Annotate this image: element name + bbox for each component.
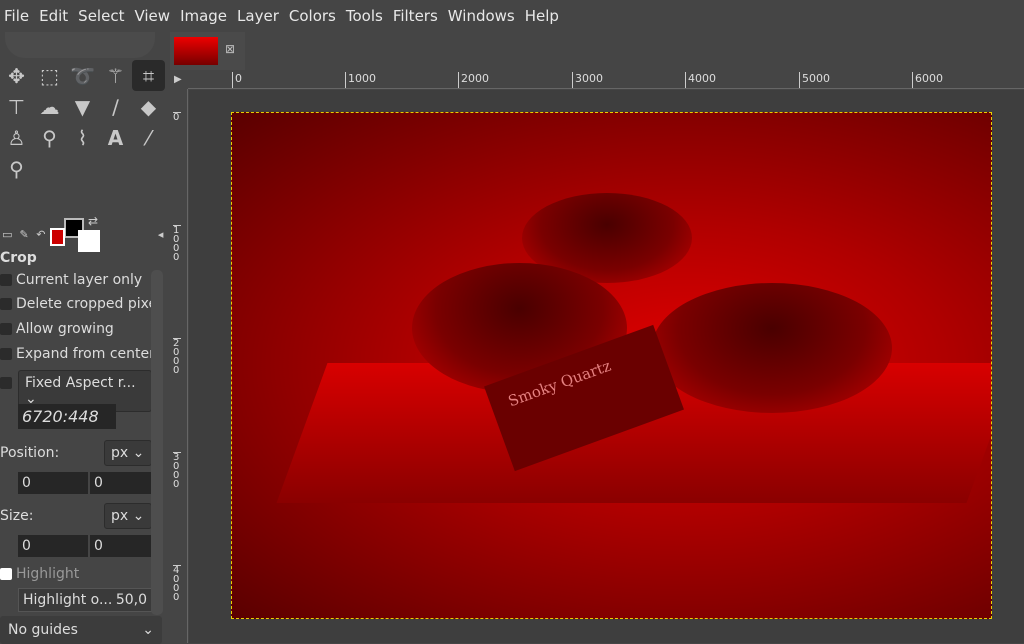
menu-windows[interactable]: Windows (444, 7, 521, 25)
position-x-input[interactable]: 0 (18, 472, 88, 494)
transform-tool-icon[interactable]: ⊤ (0, 91, 33, 122)
wilber-logo (5, 32, 155, 58)
image-thumbnail (174, 37, 218, 65)
delete-cropped-checkbox[interactable]: Delete cropped pixe (0, 296, 157, 312)
ruler-label: 1000 (345, 72, 376, 88)
ruler-label: 6000 (912, 72, 943, 88)
size-unit-dropdown[interactable]: px ⌄ (104, 503, 152, 529)
dock-menu-icon[interactable]: ◂ (153, 228, 168, 246)
tool-options-tab-icon[interactable]: ▭ (0, 228, 15, 246)
label: Current layer only (16, 272, 142, 288)
menu-image[interactable]: Image (176, 7, 233, 25)
menu-bar: File Edit Select View Image Layer Colors… (0, 0, 1024, 32)
label: Fixed Aspect r... (25, 375, 136, 391)
ruler-label: 5000 (799, 72, 830, 88)
label: Highlight o... (23, 592, 112, 608)
rect-select-tool-icon[interactable]: ⬚ (33, 60, 66, 91)
clone-tool-icon[interactable]: ♙ (0, 122, 33, 153)
menu-filters[interactable]: Filters (389, 7, 444, 25)
ruler-label: 0 (232, 72, 242, 88)
vertical-ruler: 0 1000 2000 3000 4000 (170, 89, 188, 643)
image-canvas[interactable]: Smoky Quartz (231, 112, 992, 619)
move-tool-icon[interactable]: ✥ (0, 60, 33, 91)
fixed-checkbox[interactable] (0, 377, 12, 389)
paintbrush-tool-icon[interactable]: ∕ (99, 91, 132, 122)
menu-view[interactable]: View (130, 7, 176, 25)
highlight-opacity-slider[interactable]: Highlight o...50,0 (18, 588, 152, 612)
paths-tool-icon[interactable]: ⌇ (66, 122, 99, 153)
crop-tool-icon[interactable]: ⌗ (132, 60, 165, 91)
menu-edit[interactable]: Edit (35, 7, 74, 25)
allow-growing-checkbox[interactable]: Allow growing (0, 321, 114, 337)
text-tool-icon[interactable]: A (99, 122, 132, 153)
guides-dropdown[interactable]: No guides⌄ (0, 616, 162, 644)
aspect-ratio-input[interactable]: 6720:448 (18, 404, 116, 429)
ruler-label: 4000 (685, 72, 716, 88)
smudge-tool-icon[interactable]: ⚲ (33, 122, 66, 153)
ruler-label: 2000 (458, 72, 489, 88)
position-unit-dropdown[interactable]: px ⌄ (104, 440, 152, 466)
label: Highlight (16, 566, 79, 582)
images-tab-icon[interactable] (50, 228, 65, 246)
bucket-fill-tool-icon[interactable]: ▼ (66, 91, 99, 122)
menu-select[interactable]: Select (74, 7, 130, 25)
size-label: Size: (0, 508, 33, 524)
panel-scrollbar[interactable] (151, 270, 163, 615)
zoom-tool-icon[interactable]: ⚲ (0, 153, 33, 184)
undo-history-tab-icon[interactable]: ↶ (33, 228, 48, 246)
size-w-input[interactable]: 0 (18, 535, 88, 557)
color-picker-tool-icon[interactable]: ⁄ (132, 122, 165, 153)
ruler-label: 3000 (572, 72, 603, 88)
current-layer-only-checkbox[interactable]: Current layer only (0, 272, 142, 288)
label: Allow growing (16, 321, 114, 337)
menu-help[interactable]: Help (521, 7, 565, 25)
lasso-tool-icon[interactable]: ➰ (66, 60, 99, 91)
highlight-checkbox[interactable]: Highlight (0, 566, 79, 582)
fuzzy-select-tool-icon[interactable]: ⚚ (99, 60, 132, 91)
image-tab[interactable]: ⊠ (170, 32, 245, 70)
ruler-label: 1000 (173, 225, 181, 262)
quick-mask-icon[interactable]: ▶ (174, 74, 182, 85)
warp-tool-icon[interactable]: ☁ (33, 91, 66, 122)
menu-layer[interactable]: Layer (233, 7, 285, 25)
tool-options-title: Crop (0, 250, 37, 266)
label: px (111, 508, 128, 524)
position-label: Position: (0, 445, 59, 461)
horizontal-ruler: 0 1000 2000 3000 4000 5000 6000 (188, 72, 1024, 89)
value: 50,0 (116, 592, 147, 608)
position-y-input[interactable]: 0 (90, 472, 152, 494)
close-icon[interactable]: ⊠ (225, 42, 235, 56)
label: px (111, 445, 128, 461)
ruler-label: 4000 (173, 565, 181, 602)
ruler-label: 0 (173, 112, 181, 122)
photo-bowl (652, 283, 892, 413)
label: Expand from center (16, 346, 155, 362)
eraser-tool-icon[interactable]: ◆ (132, 91, 165, 122)
swap-colors-icon[interactable]: ⇄ (88, 214, 98, 228)
menu-tools[interactable]: Tools (342, 7, 389, 25)
label: No guides (8, 622, 78, 638)
expand-from-center-checkbox[interactable]: Expand from center (0, 346, 155, 362)
label: Delete cropped pixe (16, 296, 157, 312)
dock-tabs: ▭ ✎ ↶ ◂ (0, 228, 168, 248)
ruler-label: 3000 (173, 452, 181, 489)
menu-file[interactable]: File (0, 7, 35, 25)
ruler-label: 2000 (173, 338, 181, 375)
size-h-input[interactable]: 0 (90, 535, 152, 557)
device-status-tab-icon[interactable]: ✎ (17, 228, 32, 246)
menu-colors[interactable]: Colors (285, 7, 342, 25)
